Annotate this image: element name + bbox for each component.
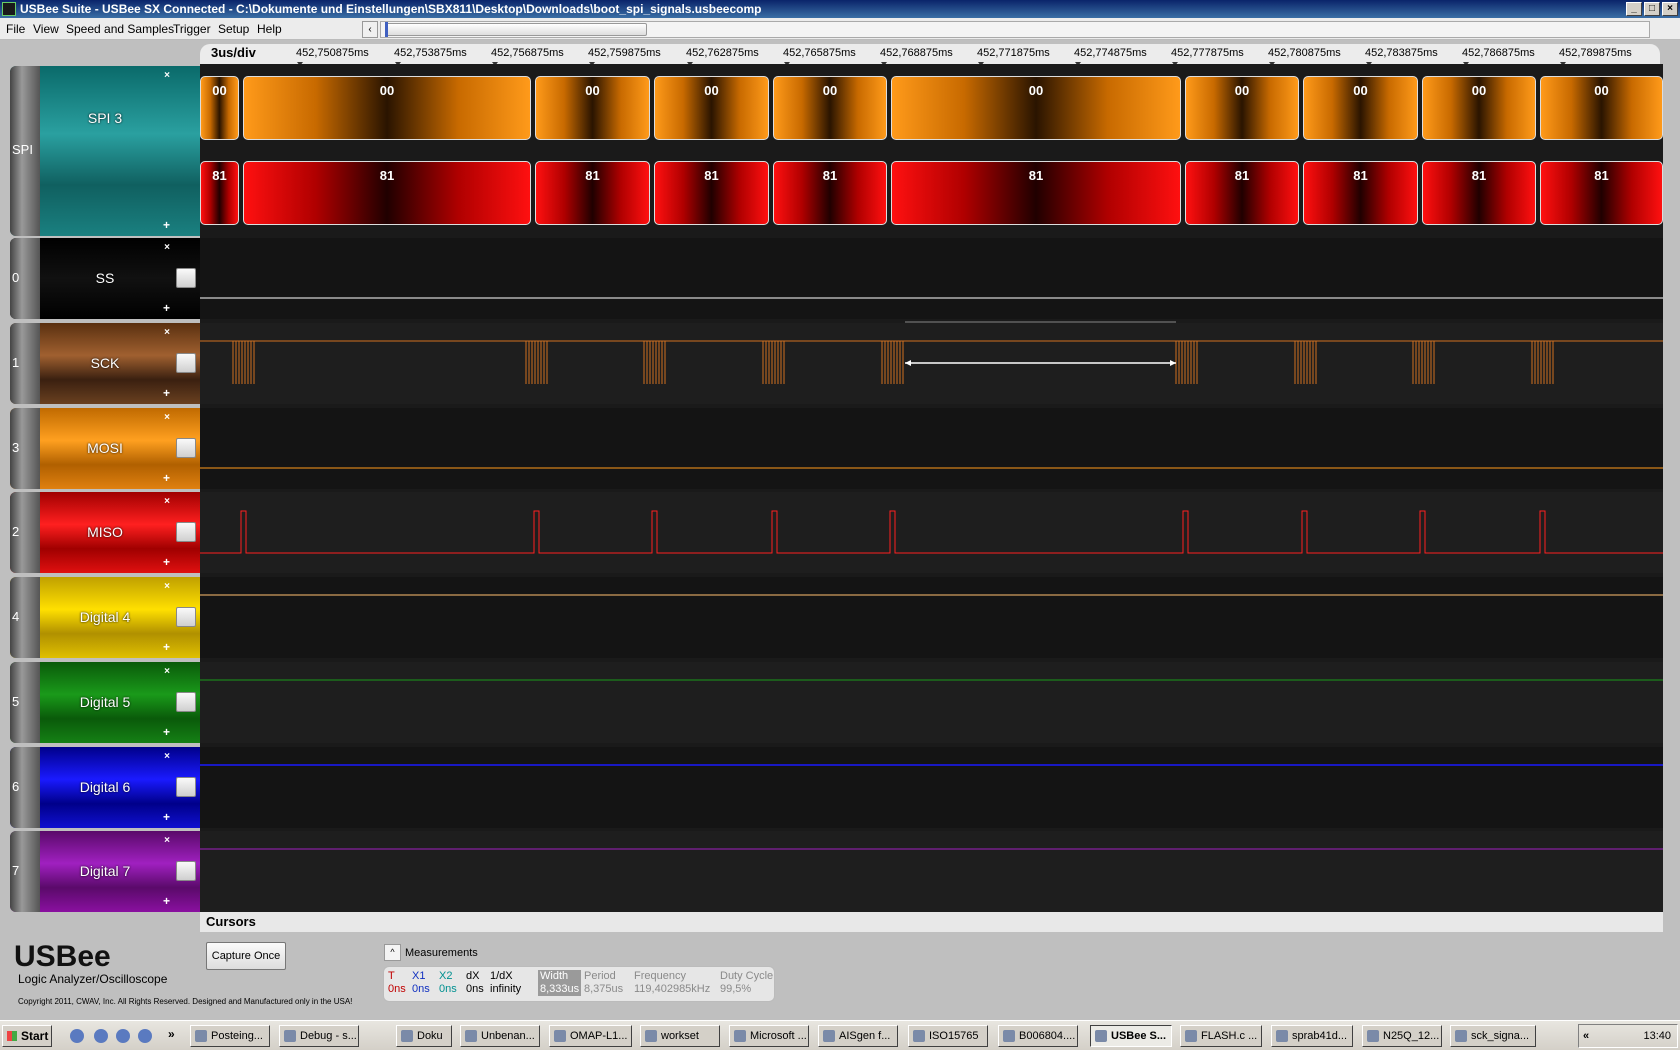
system-tray: « 13:40 xyxy=(1578,1024,1678,1048)
measurement-1-dx: 1/dX infinity xyxy=(490,970,521,996)
taskbar-task[interactable]: Posteing... xyxy=(190,1025,270,1047)
quicklaunch-more-button[interactable]: » xyxy=(168,1027,175,1041)
measurement-label: T xyxy=(388,970,395,982)
taskbar-task[interactable]: FLASH.c ... xyxy=(1180,1025,1262,1047)
measurement-label: dX xyxy=(466,970,480,982)
taskbar-task[interactable]: Microsoft ... xyxy=(729,1025,809,1047)
sck-burst xyxy=(1412,341,1435,384)
measurement-duty-cycle: Duty Cycle 99,5% xyxy=(720,970,773,996)
cursors-panel[interactable]: Cursors xyxy=(200,912,1663,932)
measurement-label: Frequency xyxy=(634,970,686,982)
clock: 13:40 xyxy=(1643,1030,1671,1042)
sck-burst xyxy=(643,341,666,384)
measurement-value: 99,5% xyxy=(720,983,752,995)
quicklaunch-media-icon[interactable] xyxy=(116,1029,130,1043)
measurements-panel: T 0ns X1 0ns X2 0ns dX 0ns 1/dX infinity Width 8,33… xyxy=(383,966,775,1002)
measurement-value: 0ns xyxy=(466,983,484,995)
capture-once-button[interactable]: Capture Once xyxy=(206,942,286,970)
sck-burst xyxy=(232,341,255,384)
taskbar-task[interactable]: sprab41d... xyxy=(1271,1025,1353,1047)
measurements-toggle-button[interactable]: ^ xyxy=(384,944,401,961)
measurement-label: Duty Cycle xyxy=(720,970,774,982)
taskbar-task[interactable]: OMAP-L1... xyxy=(549,1025,632,1047)
measurement-label: Period xyxy=(584,970,616,982)
measurement-value: 0ns xyxy=(388,983,406,995)
measurement-label: X1 xyxy=(412,970,426,982)
measurement-x2: X2 0ns xyxy=(439,970,457,996)
tray-expand-button[interactable]: « xyxy=(1583,1025,1589,1047)
taskbar-task[interactable]: workset xyxy=(640,1025,720,1047)
sck-burst xyxy=(1294,341,1317,384)
quicklaunch-ie-icon[interactable] xyxy=(94,1029,108,1043)
sck-burst xyxy=(1175,341,1198,384)
measurement-period: Period 8,375us xyxy=(584,970,623,996)
measurement-width: Width 8,333us xyxy=(538,970,582,996)
measurement-frequency: Frequency 119,402985kHz xyxy=(634,970,710,996)
measurement-label: 1/dX xyxy=(490,970,513,982)
measurement-t: T 0ns xyxy=(388,970,406,996)
logo-subtitle: Logic Analyzer/Oscilloscope xyxy=(18,972,168,986)
taskbar-task[interactable]: AISgen f... xyxy=(818,1025,898,1047)
sck-burst xyxy=(1531,341,1554,384)
copyright-text: Copyright 2011, CWAV, Inc. All Rights Re… xyxy=(18,997,353,1006)
taskbar: Start » Posteing... Debug - s... Doku Unben… xyxy=(0,1020,1680,1050)
measurement-value: 0ns xyxy=(412,983,430,995)
sck-burst xyxy=(881,341,904,384)
sck-burst xyxy=(762,341,785,384)
taskbar-task[interactable]: N25Q_12... xyxy=(1362,1025,1442,1047)
measurement-label: Width xyxy=(540,970,569,982)
measurement-value: 0ns xyxy=(439,983,457,995)
taskbar-task[interactable]: Unbenan... xyxy=(460,1025,540,1047)
quicklaunch-desktop-icon[interactable] xyxy=(70,1029,84,1043)
sck-burst xyxy=(525,341,548,384)
start-button[interactable]: Start xyxy=(2,1025,52,1047)
quicklaunch-app-icon[interactable] xyxy=(138,1029,152,1043)
measurement-value: 119,402985kHz xyxy=(634,983,711,995)
taskbar-task[interactable]: B006804.... xyxy=(998,1025,1078,1047)
miso-trace xyxy=(200,510,1663,554)
taskbar-task[interactable]: ISO15765 xyxy=(908,1025,988,1047)
measurement-label: X2 xyxy=(439,970,453,982)
measurement-dx: dX 0ns xyxy=(466,970,484,996)
measurement-value: 8,333us xyxy=(540,983,580,995)
measurement-value: infinity xyxy=(490,983,522,995)
measurement-value: 8,375us xyxy=(584,983,624,995)
taskbar-task[interactable]: USBee S... xyxy=(1090,1025,1172,1047)
waveforms-svg xyxy=(200,297,1663,850)
taskbar-task[interactable]: Doku xyxy=(396,1025,452,1047)
usbee-logo: USBee xyxy=(14,940,111,973)
measurements-title: Measurements xyxy=(405,947,478,959)
measurement-x1: X1 0ns xyxy=(412,970,430,996)
taskbar-task[interactable]: sck_signa... xyxy=(1450,1025,1536,1047)
taskbar-task[interactable]: Debug - s... xyxy=(279,1025,359,1047)
